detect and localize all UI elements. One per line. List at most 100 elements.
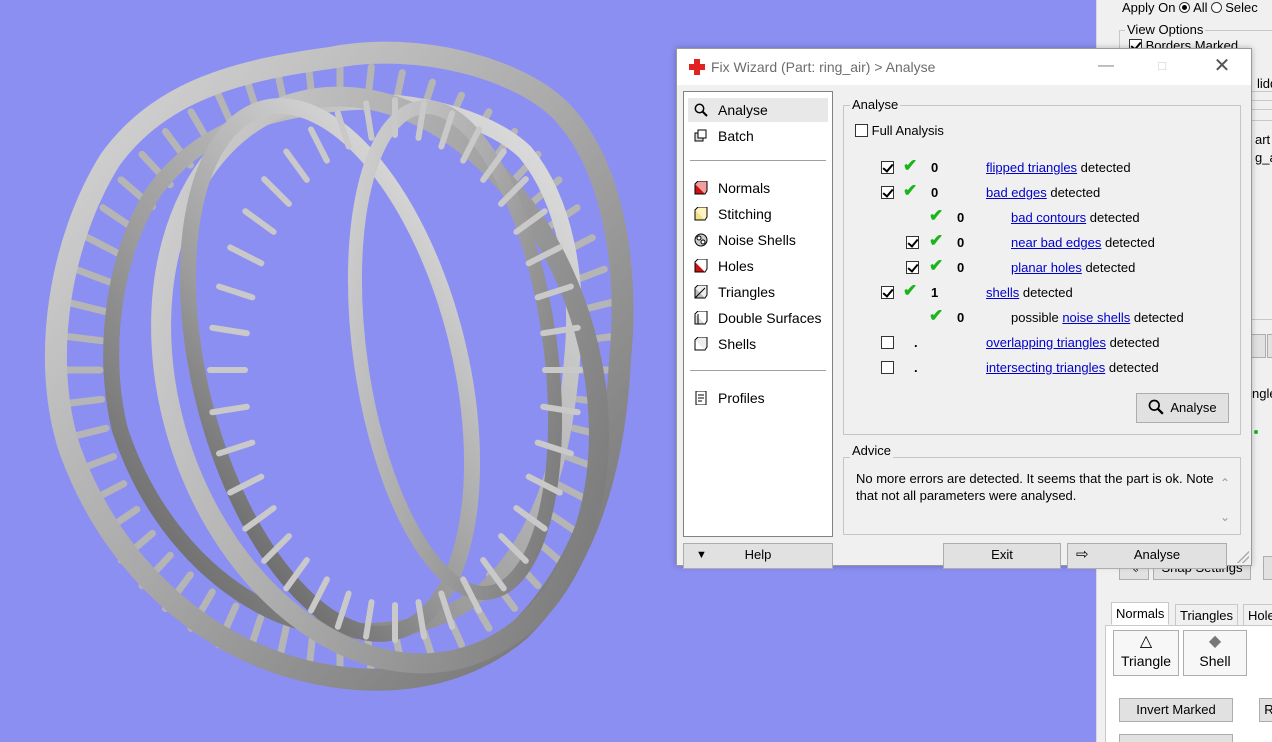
- apply-all-radio[interactable]: [1179, 2, 1191, 13]
- small-button-2[interactable]: [1267, 334, 1272, 358]
- apply-selected-radio[interactable]: [1211, 2, 1223, 13]
- advice-text: No more errors are detected. It seems th…: [856, 471, 1214, 503]
- nav-item-holes[interactable]: Holes: [688, 254, 828, 278]
- result-link[interactable]: noise shells: [1062, 310, 1130, 325]
- part-name-partial: g_a: [1255, 150, 1272, 165]
- analyse-footer-label: Analyse: [1133, 547, 1181, 562]
- nav-separator-2: [690, 370, 826, 371]
- result-link[interactable]: near bad edges: [1011, 235, 1101, 250]
- r-button-partial[interactable]: R: [1259, 698, 1272, 722]
- nav-item-noise-shells[interactable]: Noise Shells: [688, 228, 828, 252]
- analyse-button-label: Analyse: [1170, 400, 1217, 415]
- profiles-icon: [695, 391, 707, 405]
- exit-button[interactable]: Exit: [943, 543, 1061, 569]
- result-row: shells detected: [986, 283, 1073, 303]
- detected-label: detected: [1077, 160, 1131, 175]
- ring-spoke: [227, 244, 265, 267]
- tab-normals[interactable]: Normals: [1111, 602, 1170, 625]
- ring-spoke: [63, 298, 110, 316]
- result-row: overlapping triangles detected: [986, 333, 1159, 353]
- dialog-title: Fix Wizard (Part: ring_air) > Analyse: [711, 59, 936, 75]
- tab-holes[interactable]: Hole: [1243, 604, 1272, 627]
- green-check-icon: ✔: [929, 206, 944, 225]
- nav-item-normals[interactable]: Normals: [688, 176, 828, 200]
- scroll-up-icon[interactable]: ⌃: [1220, 476, 1230, 490]
- triangle-button[interactable]: △ Triangle: [1113, 630, 1179, 676]
- result-link[interactable]: shells: [986, 285, 1019, 300]
- result-checkbox[interactable]: [881, 336, 894, 349]
- nav-item-double-surfaces[interactable]: Double Surfaces: [688, 306, 828, 330]
- resize-grip[interactable]: [1237, 551, 1249, 563]
- full-analysis-row: Full Analysis: [855, 121, 944, 141]
- result-row: bad edges detected: [986, 183, 1100, 203]
- close-button[interactable]: ✕: [1199, 49, 1245, 85]
- help-button[interactable]: ▼ Help: [683, 543, 833, 569]
- bottom-button[interactable]: [1119, 734, 1233, 742]
- ring-spoke: [216, 283, 256, 301]
- detected-label: detected: [1105, 360, 1159, 375]
- part-header-partial: art I: [1255, 132, 1272, 147]
- tab-triangles[interactable]: Triangles: [1175, 604, 1238, 627]
- possible-label: possible: [1011, 310, 1063, 325]
- green-check-icon: ✔: [903, 156, 918, 175]
- wizard-step-list: Analyse Batch Normals Stitching Noise Sh…: [683, 91, 833, 537]
- result-link[interactable]: overlapping triangles: [986, 335, 1106, 350]
- result-row: near bad edges detected: [1011, 233, 1155, 253]
- ring-spoke: [209, 324, 250, 337]
- green-check-icon: ✔: [903, 181, 918, 200]
- nav-item-shells[interactable]: Shells: [688, 332, 828, 356]
- analyse-footer-button[interactable]: ⇨ Analyse: [1067, 543, 1227, 569]
- nav-item-batch[interactable]: Batch: [688, 124, 828, 148]
- apply-selected-label: Selec: [1225, 0, 1258, 15]
- nav-item-stitching[interactable]: Stitching: [688, 202, 828, 226]
- title-bar[interactable]: Fix Wizard (Part: ring_air) > Analyse — …: [677, 49, 1251, 85]
- result-checkbox[interactable]: [881, 186, 894, 199]
- nav-label-batch: Batch: [718, 128, 754, 144]
- result-row: possible noise shells detected: [1011, 308, 1184, 328]
- analyse-group-label: Analyse: [850, 97, 901, 112]
- result-checkbox[interactable]: [881, 161, 894, 174]
- result-count: .: [914, 360, 918, 375]
- nav-label-normals: Normals: [718, 180, 771, 196]
- result-checkbox[interactable]: [881, 286, 894, 299]
- holes-cube-icon: [694, 259, 708, 273]
- triangle-down-icon: ▼: [696, 549, 707, 561]
- scroll-down-icon[interactable]: ⌄: [1220, 510, 1230, 524]
- shell-button[interactable]: ◆ Shell: [1183, 630, 1247, 676]
- result-count: 0: [957, 235, 965, 250]
- result-checkbox[interactable]: [906, 236, 919, 249]
- full-analysis-checkbox[interactable]: [855, 124, 868, 137]
- help-button-label: Help: [744, 547, 772, 562]
- result-link[interactable]: planar holes: [1011, 260, 1082, 275]
- status-dot: [1254, 430, 1258, 434]
- ring-spoke: [58, 332, 106, 345]
- detected-label: detected: [1019, 285, 1073, 300]
- nav-label-stitching: Stitching: [718, 206, 772, 222]
- minimize-button[interactable]: —: [1083, 49, 1129, 85]
- arrow-right-icon: ⇨: [1076, 546, 1089, 563]
- result-link[interactable]: flipped triangles: [986, 160, 1077, 175]
- result-link[interactable]: intersecting triangles: [986, 360, 1105, 375]
- analyse-button[interactable]: Analyse: [1136, 393, 1229, 423]
- result-count: 0: [957, 210, 965, 225]
- extra-button[interactable]: [1263, 556, 1272, 580]
- invert-marked-button[interactable]: Invert Marked: [1119, 698, 1233, 722]
- result-link[interactable]: bad edges: [986, 185, 1047, 200]
- result-checkbox[interactable]: [881, 361, 894, 374]
- ring-spoke: [209, 403, 250, 416]
- detected-label: detected: [1130, 310, 1184, 325]
- maximize-button[interactable]: □: [1139, 49, 1185, 85]
- nav-label-holes: Holes: [718, 258, 754, 274]
- fix-wizard-dialog: Fix Wizard (Part: ring_air) > Analyse — …: [676, 48, 1252, 569]
- nav-item-profiles[interactable]: Profiles: [688, 386, 828, 410]
- view-options-label: View Options: [1125, 22, 1206, 37]
- ring-spoke: [261, 176, 292, 207]
- result-checkbox[interactable]: [906, 261, 919, 274]
- nav-item-analyse[interactable]: Analyse: [688, 98, 828, 122]
- green-check-icon: ✔: [929, 231, 944, 250]
- nav-item-triangles[interactable]: Triangles: [688, 280, 828, 304]
- green-check-icon: ✔: [929, 256, 944, 275]
- green-check-icon: ✔: [929, 306, 944, 325]
- result-link[interactable]: bad contours: [1011, 210, 1086, 225]
- full-analysis-label: Full Analysis: [871, 123, 944, 138]
